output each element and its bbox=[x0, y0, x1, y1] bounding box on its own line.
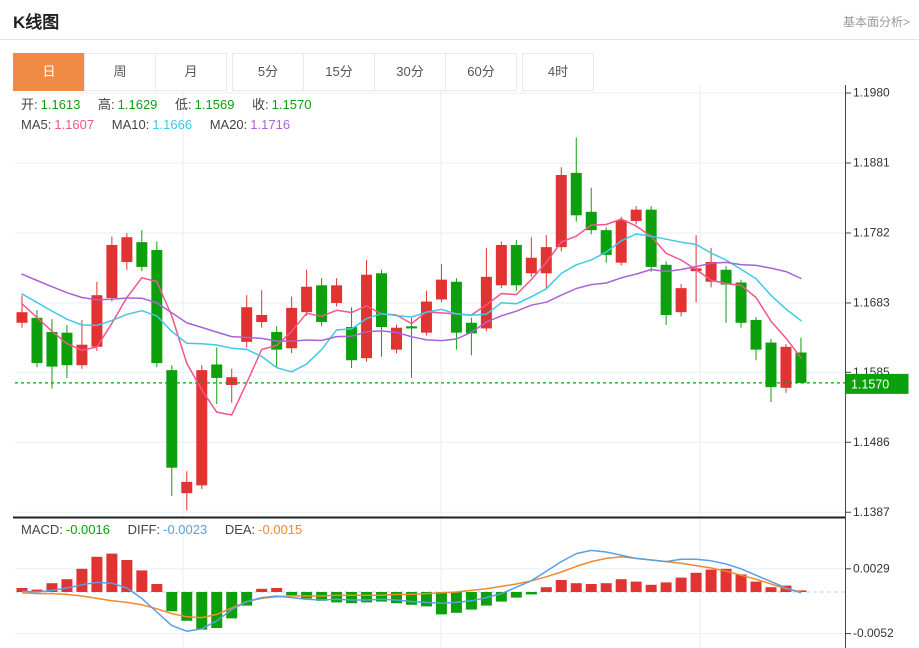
page-header: K线图 基本面分析> bbox=[0, 0, 919, 40]
tab-4hour[interactable]: 4时 bbox=[522, 53, 594, 91]
svg-text:1.1570: 1.1570 bbox=[851, 377, 889, 391]
svg-text:-0.0052: -0.0052 bbox=[853, 626, 894, 640]
ohlc-readout: 开:1.1613 高:1.1629 低:1.1569 收:1.1570 bbox=[21, 94, 325, 113]
diff-value: DIFF:-0.0023 bbox=[128, 522, 208, 537]
kline-app: 1.19801.18811.17821.16831.15851.14861.13… bbox=[0, 0, 919, 648]
svg-text:1.1980: 1.1980 bbox=[853, 86, 890, 100]
last-price-badge: 1.1570 bbox=[846, 374, 909, 394]
svg-text:1.1486: 1.1486 bbox=[853, 435, 890, 449]
period-tab-bar: 日 周 月 5分 15分 30分 60分 4时 bbox=[13, 53, 594, 91]
ma10-legend: MA10:1.1666 bbox=[112, 117, 192, 132]
low-readout: 低:1.1569 bbox=[175, 97, 234, 112]
header-divider bbox=[0, 39, 919, 40]
tab-30min[interactable]: 30分 bbox=[374, 53, 446, 91]
svg-text:1.1881: 1.1881 bbox=[853, 155, 890, 169]
ma20-legend: MA20:1.1716 bbox=[210, 117, 290, 132]
tab-day[interactable]: 日 bbox=[13, 53, 85, 91]
svg-text:0.0029: 0.0029 bbox=[853, 561, 890, 575]
svg-text:1.1387: 1.1387 bbox=[853, 505, 890, 519]
svg-text:1.1782: 1.1782 bbox=[853, 225, 890, 239]
tab-5min[interactable]: 5分 bbox=[232, 53, 304, 91]
ma-legend: MA5:1.1607 MA10:1.1666 MA20:1.1716 bbox=[21, 117, 304, 132]
y-axis: 1.19801.18811.17821.16831.15851.14861.13… bbox=[845, 85, 894, 648]
tab-60min[interactable]: 60分 bbox=[445, 53, 517, 91]
tab-15min[interactable]: 15分 bbox=[303, 53, 375, 91]
tab-month[interactable]: 月 bbox=[155, 53, 227, 91]
high-readout: 高:1.1629 bbox=[98, 97, 157, 112]
open-readout: 开:1.1613 bbox=[21, 97, 80, 112]
svg-text:1.1683: 1.1683 bbox=[853, 295, 890, 309]
close-readout: 收:1.1570 bbox=[252, 97, 311, 112]
macd-value: MACD:-0.0016 bbox=[21, 522, 110, 537]
macd-legend: MACD:-0.0016 DIFF:-0.0023 DEA:-0.0015 bbox=[21, 522, 316, 537]
tab-week[interactable]: 周 bbox=[84, 53, 156, 91]
ma5-legend: MA5:1.1607 bbox=[21, 117, 94, 132]
fundamental-analysis-link[interactable]: 基本面分析> bbox=[843, 13, 910, 30]
page-title: K线图 bbox=[13, 8, 59, 33]
dea-value: DEA:-0.0015 bbox=[225, 522, 302, 537]
